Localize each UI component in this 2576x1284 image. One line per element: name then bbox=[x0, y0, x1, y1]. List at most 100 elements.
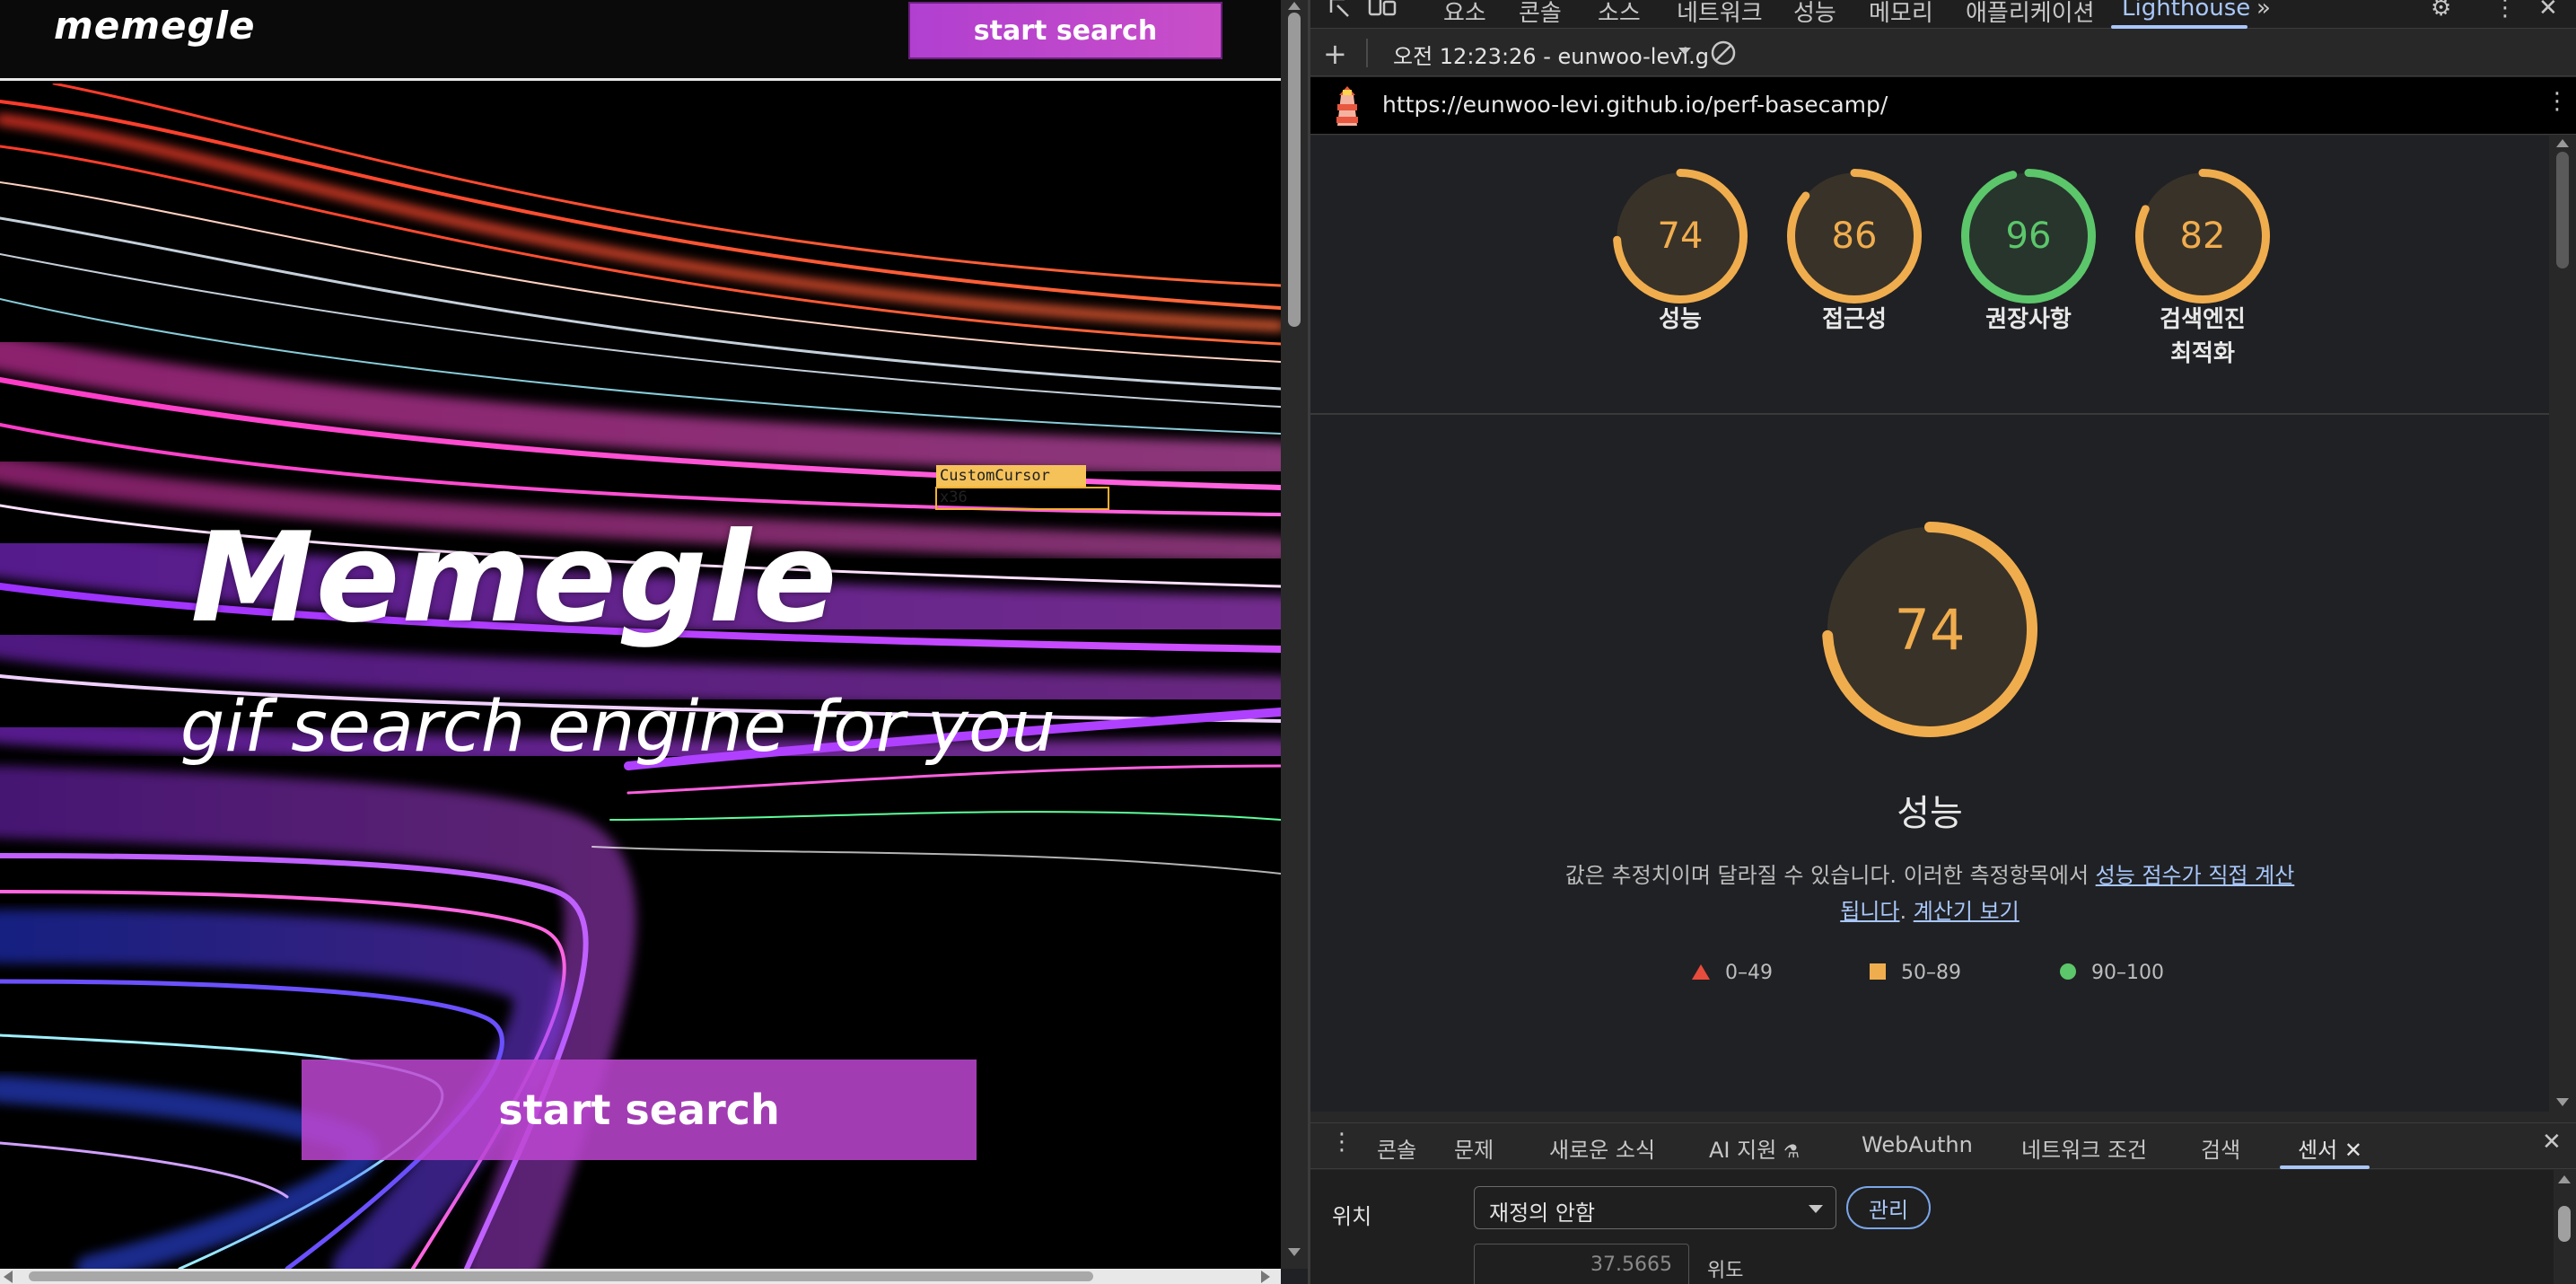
scroll-up-arrow-icon[interactable] bbox=[1288, 2, 1301, 10]
sensors-scrollbar[interactable] bbox=[2554, 1170, 2576, 1284]
page-viewport: memegle start search Memegle gif search … bbox=[0, 0, 1281, 1284]
devtools-panel: 요소 콘솔 소스 네트워크 성능 메모리 애플리케이션 Lighthouse »… bbox=[1310, 0, 2576, 1284]
scroll-left-arrow-icon[interactable] bbox=[4, 1271, 13, 1283]
clear-report-block-icon[interactable] bbox=[1709, 39, 1738, 67]
latitude-input[interactable]: 37.5665 bbox=[1474, 1244, 1689, 1284]
scroll-right-arrow-icon[interactable] bbox=[1261, 1271, 1270, 1283]
drawer-active-tab-indicator bbox=[2280, 1165, 2370, 1169]
drawer-menu-icon[interactable]: ⋮ bbox=[1330, 1129, 1354, 1156]
legend-average: 50–89 bbox=[1869, 962, 1961, 984]
close-drawer-icon[interactable]: ✕ bbox=[2542, 1129, 2562, 1156]
hero-subtitle-text: gif search engine for you bbox=[180, 687, 1056, 768]
scroll-down-arrow-icon[interactable] bbox=[1288, 1248, 1301, 1256]
custom-cursor-highlight-box bbox=[935, 487, 1109, 510]
new-report-plus-icon[interactable]: + bbox=[1323, 37, 1347, 71]
legend-average-range: 50–89 bbox=[1901, 962, 1961, 984]
score-gauge-seo[interactable]: 82 bbox=[2135, 169, 2270, 303]
score-gauge-seo-value: 82 bbox=[2179, 215, 2226, 257]
performance-section-title: 성능 bbox=[1897, 793, 1963, 834]
report-selector-caret-icon[interactable] bbox=[1678, 48, 1691, 55]
tab-lighthouse[interactable]: Lighthouse bbox=[2122, 0, 2250, 22]
score-gauge-performance[interactable]: 74 bbox=[1613, 169, 1748, 303]
tab-elements[interactable]: 요소 bbox=[1443, 0, 1486, 28]
score-label-seo: 검색엔진 최적화 bbox=[2104, 303, 2301, 371]
report-scrollbar[interactable] bbox=[2549, 136, 2576, 1112]
average-square-icon bbox=[1870, 963, 1886, 980]
tab-network[interactable]: 네트워크 bbox=[1677, 0, 1763, 28]
page-vertical-scroll-thumb[interactable] bbox=[1288, 13, 1301, 327]
lighthouse-toolbar: + 오전 12:23:26 - eunwoo-levi.g bbox=[1310, 30, 2576, 76]
latitude-label: 위도 bbox=[1707, 1260, 1744, 1282]
chevron-down-icon bbox=[1809, 1205, 1823, 1213]
tab-sources[interactable]: 소스 bbox=[1598, 0, 1641, 28]
fail-triangle-icon bbox=[1692, 964, 1710, 980]
hero-start-search-button[interactable]: start search bbox=[302, 1060, 977, 1160]
score-calculation-link[interactable]: 성능 점수가 직접 계산 bbox=[2096, 863, 2295, 888]
score-gauge-best-practices-value: 96 bbox=[2005, 215, 2052, 257]
legend-pass: 90–100 bbox=[2059, 962, 2164, 984]
score-calculation-link-cont[interactable]: 됩니다 bbox=[1840, 899, 1899, 924]
drawer-tab-sensors-label: 센서 bbox=[2298, 1138, 2338, 1163]
drawer-tab-webauthn[interactable]: WebAuthn bbox=[1862, 1132, 1973, 1157]
lighthouse-logo-icon bbox=[1336, 86, 1358, 126]
device-toolbar-icon[interactable] bbox=[1368, 0, 1398, 18]
report-menu-icon[interactable]: ⋮ bbox=[2545, 88, 2569, 115]
nav-start-search-button[interactable]: start search bbox=[908, 2, 1222, 59]
drawer-tab-ai-assistance[interactable]: AI 지원 ⚗ bbox=[1709, 1132, 1800, 1164]
site-navbar: memegle start search bbox=[0, 0, 1281, 81]
report-scroll-up-icon[interactable] bbox=[2556, 139, 2569, 147]
pass-circle-icon bbox=[2060, 963, 2076, 980]
page-vertical-scrollbar[interactable] bbox=[1281, 0, 1308, 1269]
report-scroll-down-icon[interactable] bbox=[2556, 1098, 2569, 1106]
tab-performance[interactable]: 성능 bbox=[1793, 0, 1836, 28]
tab-application[interactable]: 애플리케이션 bbox=[1966, 0, 2095, 28]
drawer-tab-whats-new[interactable]: 새로운 소식 bbox=[1549, 1132, 1655, 1164]
report-url-bar: https://eunwoo-levi.github.io/perf-basec… bbox=[1310, 77, 2576, 135]
sensors-scroll-up-icon[interactable] bbox=[2558, 1175, 2571, 1183]
drawer-tab-ai-assistance-label: AI 지원 bbox=[1709, 1138, 1777, 1163]
legend-pass-range: 90–100 bbox=[2091, 962, 2164, 984]
settings-gear-icon[interactable]: ⚙ bbox=[2431, 0, 2451, 22]
calculator-link[interactable]: 계산기 보기 bbox=[1914, 899, 2020, 924]
drawer-tab-issues[interactable]: 문제 bbox=[1454, 1132, 1494, 1164]
inspect-element-icon[interactable] bbox=[1328, 0, 1355, 18]
hero-title: Memegle bbox=[0, 506, 1281, 650]
drawer-tab-search[interactable]: 검색 bbox=[2201, 1132, 2240, 1164]
page-horizontal-scrollbar[interactable] bbox=[0, 1269, 1281, 1284]
score-gauge-accessibility[interactable]: 86 bbox=[1787, 169, 1922, 303]
drawer-tab-network-conditions[interactable]: 네트워크 조건 bbox=[2021, 1132, 2147, 1164]
score-label-performance: 성능 bbox=[1659, 306, 1702, 333]
score-label-seo-line2: 최적화 bbox=[2170, 340, 2235, 367]
description-sep: . bbox=[1899, 899, 1914, 924]
score-label-seo-line1: 검색엔진 bbox=[2160, 306, 2246, 333]
manage-locations-button[interactable]: 관리 bbox=[1846, 1186, 1931, 1229]
score-label-best-practices: 권장사항 bbox=[1985, 306, 2072, 333]
site-logo[interactable]: memegle bbox=[54, 4, 255, 48]
lighthouse-report: 74 성능 86 접근성 96 권장사항 82 검색엔진 최적화 74 성능 값… bbox=[1310, 136, 2549, 1112]
close-devtools-icon[interactable]: ✕ bbox=[2538, 0, 2558, 22]
report-scroll-thumb[interactable] bbox=[2556, 152, 2569, 268]
hero-subtitle: gif search engine for you bbox=[0, 687, 1281, 768]
drawer-tab-console[interactable]: 콘솔 bbox=[1377, 1132, 1416, 1164]
more-options-icon[interactable]: ⋮ bbox=[2493, 0, 2517, 22]
location-select[interactable]: 재정의 안함 bbox=[1474, 1186, 1836, 1229]
tab-memory[interactable]: 메모리 bbox=[1869, 0, 1933, 28]
score-gauge-best-practices[interactable]: 96 bbox=[1961, 169, 2096, 303]
custom-cursor-inspector-tag: CustomCursor x36 bbox=[936, 465, 1086, 506]
close-sensors-tab-icon[interactable]: ✕ bbox=[2344, 1138, 2362, 1163]
page-horizontal-scroll-thumb[interactable] bbox=[29, 1271, 1093, 1281]
flask-icon: ⚗ bbox=[1783, 1140, 1800, 1162]
tab-console[interactable]: 콘솔 bbox=[1519, 0, 1562, 28]
report-url[interactable]: https://eunwoo-levi.github.io/perf-basec… bbox=[1382, 92, 1888, 118]
hero-section: Memegle gif search engine for you Custom… bbox=[0, 84, 1281, 1269]
legend-fail: 0–49 bbox=[1691, 962, 1773, 984]
location-label: 위치 bbox=[1332, 1204, 1372, 1229]
devtools-tab-bar: 요소 콘솔 소스 네트워크 성능 메모리 애플리케이션 Lighthouse »… bbox=[1310, 0, 2576, 29]
location-select-value: 재정의 안함 bbox=[1489, 1200, 1596, 1226]
description-text: 값은 추정치이며 달라질 수 있습니다. 이러한 측정항목에서 bbox=[1564, 863, 2096, 888]
drawer-tab-sensors[interactable]: 센서 ✕ bbox=[2298, 1132, 2362, 1164]
sensors-scroll-thumb[interactable] bbox=[2558, 1206, 2571, 1242]
legend-fail-range: 0–49 bbox=[1725, 962, 1773, 984]
main-performance-gauge: 74 bbox=[1822, 522, 2037, 737]
more-tabs-icon[interactable]: » bbox=[2256, 0, 2271, 22]
